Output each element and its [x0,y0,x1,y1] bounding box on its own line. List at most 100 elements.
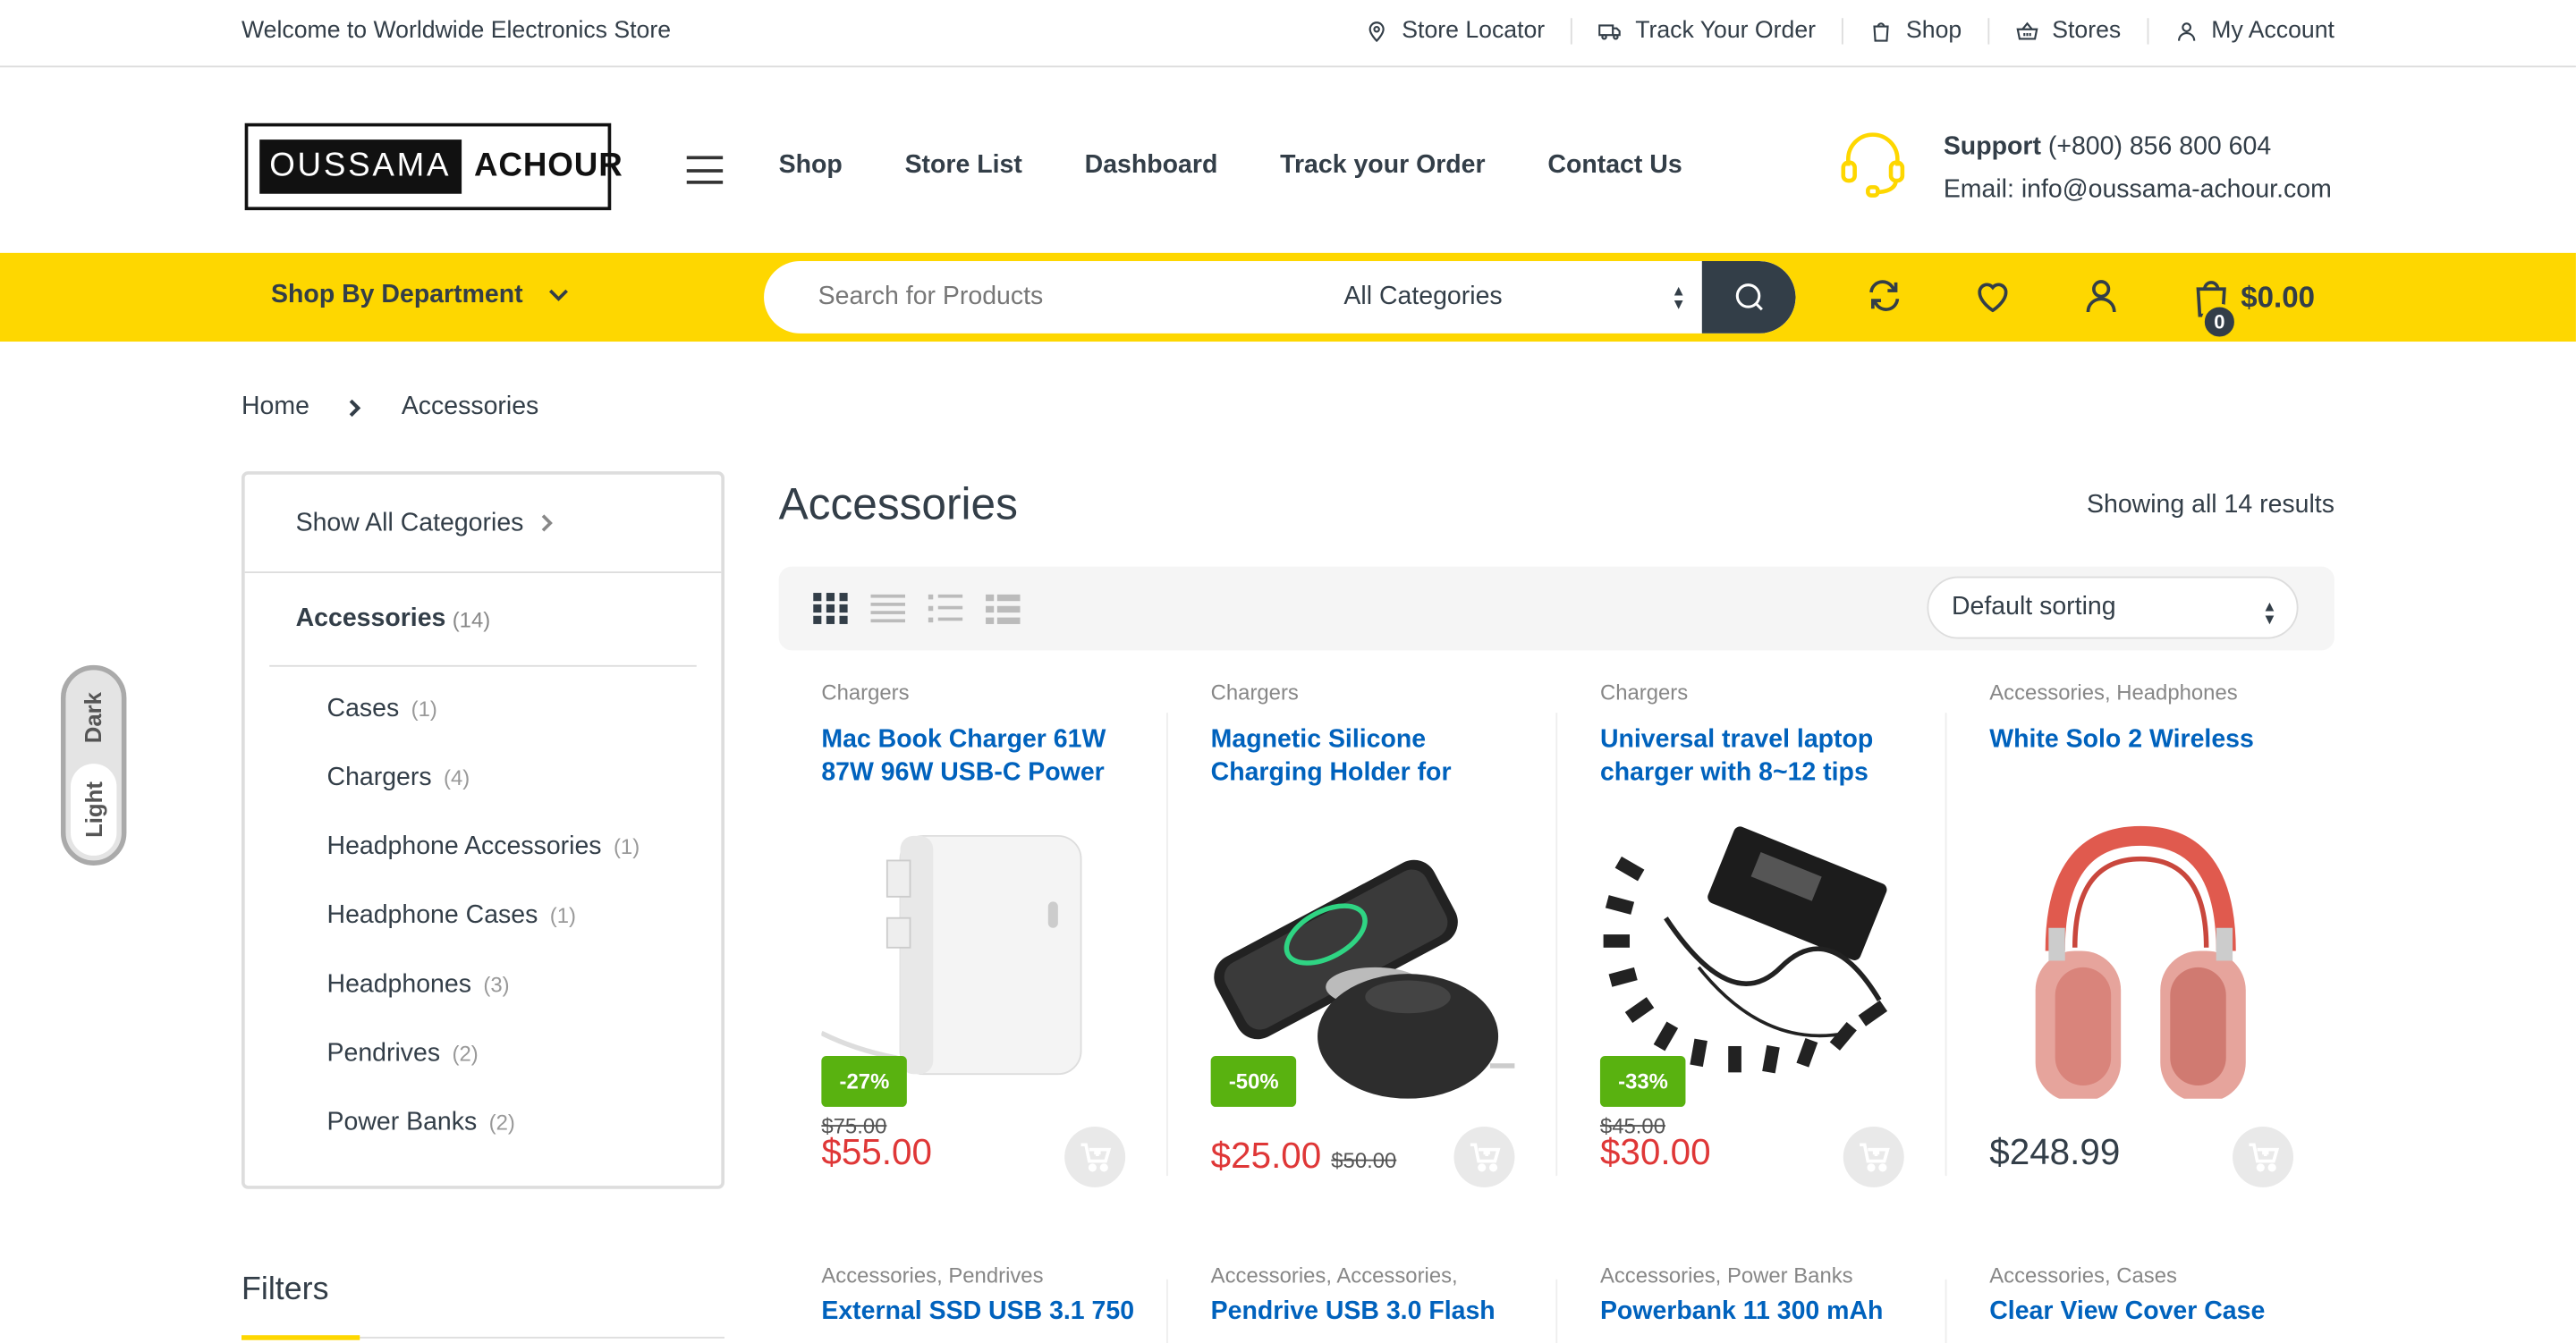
nav-store-list[interactable]: Store List [905,151,1022,181]
map-pin-icon [1369,21,1385,43]
shop-label: Shop [1906,18,1962,45]
my-account-link[interactable]: My Account [2147,18,2334,45]
support-label: Support [1943,132,2041,161]
product-category[interactable]: Chargers [1211,680,1299,705]
product-price: $25.00 [1210,1135,1322,1177]
dark-option[interactable]: Dark [65,677,121,759]
breadcrumb: Home Accessories [242,393,538,422]
product-card: Chargers Universal travel laptop charger… [1557,680,1947,1205]
category-item-headphone-accessories[interactable]: Headphone Accessories (1) [245,832,722,901]
track-order-link[interactable]: Track Your Order [1571,18,1843,45]
search-input[interactable]: Search for Products [764,283,1292,312]
product-title[interactable]: Clear View Cover Case [1989,1297,2318,1327]
store-locator-link[interactable]: Store Locator [1339,18,1571,45]
add-to-cart-button[interactable] [1453,1126,1515,1187]
shop-by-department-button[interactable]: Shop By Department [271,281,569,310]
welcome-text: Welcome to Worldwide Electronics Store [241,18,672,45]
category-count: (2) [488,1110,515,1136]
track-order-label: Track Your Order [1635,18,1817,45]
product-category[interactable]: Power Banks [1727,1263,1853,1288]
category-name: Pendrives [326,1039,441,1068]
category-item-cases[interactable]: Cases (1) [245,695,722,764]
select-arrows-icon: ▲ ▼ [1671,282,1686,312]
category-select[interactable]: All Categories ▲ ▼ [1292,261,1702,334]
product-category[interactable]: Accessories [1989,680,2105,705]
site-logo[interactable]: OUSSAMA ACHOUR [244,122,623,211]
light-option[interactable]: Light [70,764,117,856]
product-title[interactable]: White Solo 2 Wireless [1989,724,2301,790]
category-item-headphone-cases[interactable]: Headphone Cases (1) [245,901,722,970]
show-all-categories-link[interactable]: Show All Categories [244,475,722,574]
category-count: (3) [483,972,510,997]
category-item-chargers[interactable]: Chargers (4) [245,764,722,832]
chevron-right-icon [350,398,361,417]
category-name: Headphone Accessories [326,832,602,861]
product-category[interactable]: Pendrives [948,1263,1043,1288]
user-icon [2178,22,2196,41]
product-category[interactable]: Accessories [1989,1263,2105,1288]
product-title[interactable]: Universal travel laptop charger with 8~1… [1600,724,1912,790]
product-category[interactable]: Accessories [821,1263,936,1288]
menu-icon[interactable] [686,156,724,184]
category-item-headphones[interactable]: Headphones (3) [245,970,722,1039]
account-icon[interactable] [2081,276,2121,316]
support-phone[interactable]: (+800) 856 800 604 [2048,133,2271,161]
top-links: Store Locator Track Your Order Shop Stor… [1339,18,2334,45]
view-switcher [813,593,1021,624]
product-title[interactable]: Pendrive USB 3.0 Flash [1211,1297,1539,1327]
logo-right-word: ACHOUR [473,148,623,184]
discount-badge: -33% [1599,1055,1687,1107]
grid-extended-view-icon[interactable] [870,593,906,624]
compare-icon[interactable] [1865,276,1904,316]
support-email[interactable]: Email: info@oussama-achour.com [1944,169,2332,212]
shop-link[interactable]: Shop [1842,18,1987,45]
add-to-cart-button[interactable] [2233,1126,2294,1187]
product-category[interactable]: Chargers [821,680,909,705]
top-bar: Welcome to Worldwide Electronics Store S… [0,0,2576,68]
add-to-cart-button[interactable] [1843,1126,1904,1187]
cart-count-badge: 0 [2201,303,2238,341]
category-name: Power Banks [326,1108,478,1136]
cart-button[interactable]: 0 $0.00 [2191,276,2315,341]
heart-icon[interactable] [1973,276,2012,316]
product-category[interactable]: Headphones [2116,680,2237,705]
category-name: Cases [326,694,400,723]
list-view-icon[interactable] [928,593,963,624]
shop-toolbar: Default sorting ▲ ▼ [778,566,2334,651]
stores-link[interactable]: Stores [1987,18,2148,45]
product-category[interactable]: Accessories [1211,1263,1326,1288]
product-category-list: Accessories, Cases [1989,1263,2177,1288]
breadcrumb-current: Accessories [401,392,539,421]
product-category[interactable]: Chargers [1600,680,1688,705]
category-item-pendrives[interactable]: Pendrives (2) [245,1040,722,1109]
product-image[interactable] [1989,811,2293,1107]
sorting-select[interactable]: Default sorting ▲ ▼ [1927,576,2299,639]
add-to-cart-button[interactable] [1064,1126,1126,1187]
product-title[interactable]: Mac Book Charger 61W 87W 96W USB-C Power [821,724,1133,790]
support-info: Support (+800) 856 800 604 Email: info@o… [1836,126,2332,212]
list-small-view-icon[interactable] [986,593,1021,624]
current-category-name: Accessories [295,604,446,633]
results-count: Showing all 14 results [2087,491,2334,519]
product-category[interactable]: Cases [2116,1263,2177,1288]
nav-shop[interactable]: Shop [779,151,843,181]
category-item-power-banks[interactable]: Power Banks (2) [245,1109,722,1178]
product-title[interactable]: Powerbank 11 300 mAh [1600,1297,1928,1327]
main-nav: Shop Store List Dashboard Track your Ord… [779,151,1682,181]
theme-toggle[interactable]: Dark Light [60,664,127,866]
cart-plus-icon [1080,1142,1111,1171]
breadcrumb-home[interactable]: Home [242,393,309,422]
product-title[interactable]: External SSD USB 3.1 750 [821,1297,1149,1327]
nav-contact-us[interactable]: Contact Us [1547,151,1682,181]
product-title[interactable]: Magnetic Silicone Charging Holder for [1211,724,1523,790]
category-count: (2) [452,1041,479,1067]
nav-track-order[interactable]: Track your Order [1280,151,1485,181]
grid-view-icon[interactable] [813,593,848,624]
current-category[interactable]: Accessories (14) [269,573,697,667]
search-button[interactable] [1702,261,1796,334]
nav-dashboard[interactable]: Dashboard [1085,151,1218,181]
stores-label: Stores [2052,18,2122,45]
product-category[interactable]: Accessories [1600,1263,1716,1288]
product-price: $55.00 [821,1131,932,1173]
product-category[interactable]: Accessories [1336,1263,1452,1288]
